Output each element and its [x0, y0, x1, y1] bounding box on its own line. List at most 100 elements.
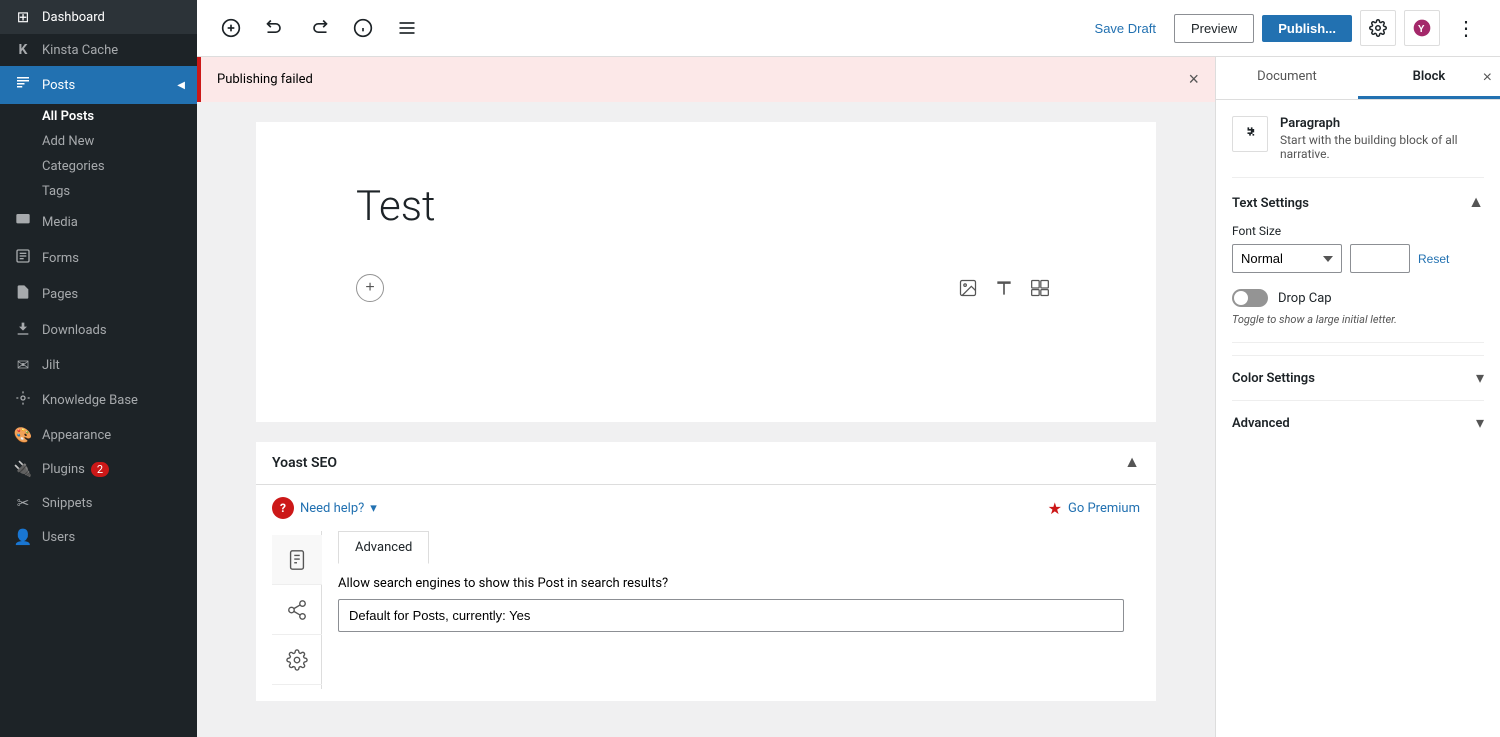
- sidebar-item-downloads[interactable]: Downloads: [0, 312, 197, 348]
- color-settings-header[interactable]: Color Settings ▾: [1232, 368, 1484, 388]
- sidebar-item-jilt[interactable]: ✉ Jilt: [0, 348, 197, 382]
- sidebar-item-plugins[interactable]: 🔌 Plugins 2: [0, 452, 197, 486]
- text-settings-content: Font Size Normal Small Medium Large Huge…: [1232, 224, 1484, 326]
- sidebar-item-label: Kinsta Cache: [42, 43, 118, 58]
- block-info-text: Paragraph Start with the building block …: [1280, 116, 1484, 161]
- advanced-toggle[interactable]: ▾: [1476, 413, 1484, 433]
- users-icon: 👤: [12, 528, 34, 546]
- sidebar-item-appearance[interactable]: 🎨 Appearance: [0, 418, 197, 452]
- gallery-tool-button[interactable]: [1024, 272, 1056, 304]
- plugins-badge: 2: [91, 462, 109, 477]
- main-area: Save Draft Preview Publish... Y ⋮ Publis…: [197, 0, 1500, 737]
- preview-button[interactable]: Preview: [1174, 14, 1254, 43]
- yoast-visibility-select[interactable]: Default for Posts, currently: YesYesNo: [338, 599, 1124, 632]
- yoast-header[interactable]: Yoast SEO ▲: [256, 442, 1156, 485]
- yoast-content: Advanced Allow search engines to show th…: [272, 531, 1140, 689]
- yoast-help-label: Need help?: [300, 501, 364, 516]
- more-options-button[interactable]: ⋮: [1448, 10, 1484, 46]
- error-banner: Publishing failed ×: [197, 57, 1215, 102]
- dropcap-label: Drop Cap: [1278, 291, 1332, 306]
- tab-document[interactable]: Document: [1216, 57, 1358, 99]
- sidebar-item-snippets[interactable]: ✂ Snippets: [0, 486, 197, 520]
- font-size-input[interactable]: [1350, 244, 1410, 273]
- yoast-main-content: Advanced Allow search engines to show th…: [322, 531, 1140, 689]
- yoast-help-icon: ?: [272, 497, 294, 519]
- sidebar-item-media[interactable]: Media: [0, 204, 197, 240]
- block-info: Paragraph Start with the building block …: [1232, 116, 1484, 178]
- text-tool-button[interactable]: [988, 272, 1020, 304]
- yoast-question: Allow search engines to show this Post i…: [338, 576, 1124, 591]
- yoast-collapse-button[interactable]: ▲: [1124, 454, 1140, 472]
- image-tool-button[interactable]: [952, 272, 984, 304]
- sidebar-item-forms[interactable]: Forms: [0, 240, 197, 276]
- list-view-button[interactable]: [389, 10, 425, 46]
- yoast-icon-share[interactable]: [272, 585, 322, 635]
- panel-close-button[interactable]: ×: [1483, 69, 1492, 87]
- yoast-premium-link[interactable]: ★ Go Premium: [1048, 499, 1140, 518]
- yoast-title: Yoast SEO: [272, 455, 337, 471]
- sidebar-subitem-add-new[interactable]: Add New: [0, 129, 197, 154]
- publish-button[interactable]: Publish...: [1262, 15, 1352, 42]
- color-settings-toggle[interactable]: ▾: [1476, 368, 1484, 388]
- snippets-icon: ✂: [12, 494, 34, 512]
- sidebar-item-label: Jilt: [42, 358, 60, 373]
- block-icon: [1232, 116, 1268, 152]
- text-settings-toggle[interactable]: ▲: [1468, 194, 1484, 212]
- block-name: Paragraph: [1280, 116, 1484, 131]
- text-settings-header: Text Settings ▲: [1232, 194, 1484, 212]
- yoast-tabs: Advanced: [338, 531, 1124, 564]
- yoast-icon-settings[interactable]: [272, 635, 322, 685]
- forms-icon: [12, 248, 34, 268]
- sidebar-subitem-all-posts[interactable]: All Posts: [0, 104, 197, 129]
- sidebar-subitem-categories[interactable]: Categories: [0, 154, 197, 179]
- block-add-button[interactable]: +: [356, 274, 384, 302]
- sidebar-item-kinsta-cache[interactable]: K Kinsta Cache: [0, 34, 197, 66]
- block-description: Start with the building block of all nar…: [1280, 133, 1484, 161]
- appearance-icon: 🎨: [12, 426, 34, 444]
- yoast-toolbar-button[interactable]: Y: [1404, 10, 1440, 46]
- add-block-button[interactable]: [213, 10, 249, 46]
- post-title[interactable]: Test: [356, 182, 1056, 232]
- sidebar-item-posts[interactable]: Posts ◀: [0, 66, 197, 104]
- settings-button[interactable]: [1360, 10, 1396, 46]
- font-size-reset-button[interactable]: Reset: [1418, 252, 1449, 266]
- dropcap-toggle[interactable]: [1232, 289, 1268, 307]
- sidebar-item-label: Downloads: [42, 323, 107, 338]
- sidebar-item-label: Appearance: [42, 428, 111, 443]
- yoast-help-link[interactable]: ? Need help? ▾: [272, 497, 377, 519]
- color-settings-section: Color Settings ▾: [1232, 355, 1484, 388]
- yoast-tab-advanced[interactable]: Advanced: [338, 531, 429, 564]
- post-editor: Test +: [256, 122, 1156, 422]
- sidebar-item-pages[interactable]: Pages: [0, 276, 197, 312]
- font-size-select[interactable]: Normal Small Medium Large Huge: [1232, 244, 1342, 273]
- redo-button[interactable]: [301, 10, 337, 46]
- font-size-row: Normal Small Medium Large Huge Reset: [1232, 244, 1484, 273]
- info-button[interactable]: [345, 10, 381, 46]
- dashboard-icon: ⊞: [12, 8, 34, 26]
- sidebar-item-knowledge-base[interactable]: Knowledge Base: [0, 382, 197, 418]
- posts-arrow-icon: ◀: [177, 80, 185, 91]
- yoast-icon-doc[interactable]: [272, 535, 322, 585]
- knowledge-base-icon: [12, 390, 34, 410]
- media-icon: [12, 212, 34, 232]
- sidebar-subitem-tags[interactable]: Tags: [0, 179, 197, 204]
- dropcap-description: Toggle to show a large initial letter.: [1232, 313, 1484, 326]
- undo-button[interactable]: [257, 10, 293, 46]
- yoast-topbar: ? Need help? ▾ ★ Go Premium: [272, 497, 1140, 519]
- save-draft-button[interactable]: Save Draft: [1085, 15, 1166, 42]
- tab-block[interactable]: Block: [1358, 57, 1500, 99]
- top-toolbar: Save Draft Preview Publish... Y ⋮: [197, 0, 1500, 57]
- sidebar-item-label: Plugins: [42, 462, 85, 477]
- sidebar: ⊞ Dashboard K Kinsta Cache Posts ◀ All P…: [0, 0, 197, 737]
- advanced-header[interactable]: Advanced ▾: [1232, 413, 1484, 433]
- yoast-tab-content: Allow search engines to show this Post i…: [338, 576, 1124, 632]
- panel-tabs: Document Block ×: [1216, 57, 1500, 100]
- downloads-icon: [12, 320, 34, 340]
- sidebar-item-dashboard[interactable]: ⊞ Dashboard: [0, 0, 197, 34]
- sidebar-item-label: Forms: [42, 251, 79, 266]
- color-settings-title: Color Settings: [1232, 371, 1315, 386]
- jilt-icon: ✉: [12, 356, 34, 374]
- text-settings-title: Text Settings: [1232, 196, 1309, 211]
- sidebar-item-users[interactable]: 👤 Users: [0, 520, 197, 554]
- error-banner-close-button[interactable]: ×: [1188, 69, 1199, 90]
